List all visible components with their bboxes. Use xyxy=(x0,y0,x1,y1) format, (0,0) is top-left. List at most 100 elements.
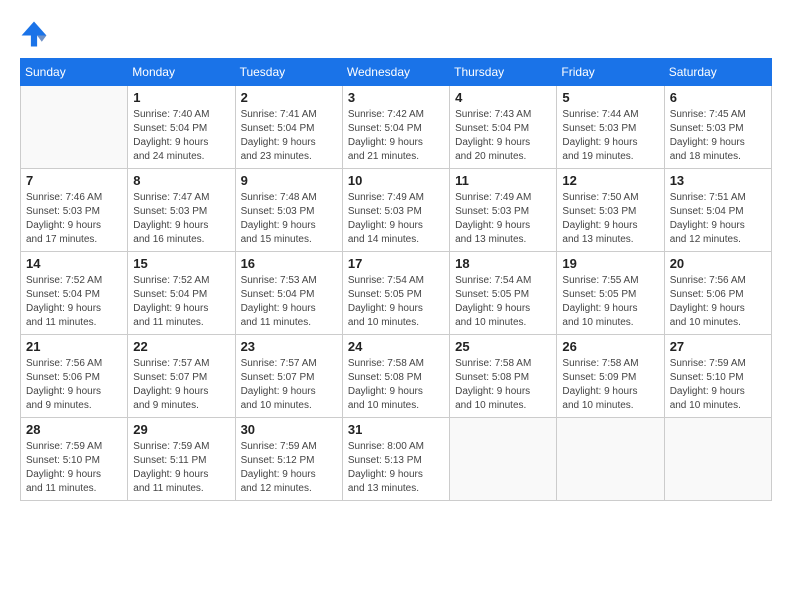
day-cell: 10Sunrise: 7:49 AMSunset: 5:03 PMDayligh… xyxy=(342,169,449,252)
day-cell: 4 Sunrise: 7:43 AMSunset: 5:04 PMDaylight… xyxy=(450,86,557,169)
day-info: Sunrise: 7:59 AMSunset: 5:11 PMDaylight:… xyxy=(133,440,229,496)
day-cell: 2 Sunrise: 7:41 AMSunset: 5:04 PMDaylight… xyxy=(235,86,342,169)
day-cell: 25 Sunrise: 7:58 AMSunset: 5:08 PMDayligh… xyxy=(450,335,557,418)
day-cell: 21 Sunrise: 7:56 AMSunset: 5:06 PMDayligh… xyxy=(21,335,128,418)
day-number: 25 xyxy=(455,339,551,354)
day-info: Sunrise: 7:40 AMSunset: 5:04 PMDaylight:… xyxy=(133,108,229,164)
day-number: 9 xyxy=(241,173,337,188)
day-info: Sunrise: 7:58 AMSunset: 5:08 PMDaylight:… xyxy=(348,357,444,413)
header-day-monday: Monday xyxy=(128,59,235,86)
day-number: 14 xyxy=(26,256,122,271)
day-info: Sunrise: 7:41 AMSunset: 5:04 PMDaylight:… xyxy=(241,108,337,164)
day-cell: 9 Sunrise: 7:48 AMSunset: 5:03 PMDaylight… xyxy=(235,169,342,252)
header-day-sunday: Sunday xyxy=(21,59,128,86)
day-info: Sunrise: 7:55 AMSunset: 5:05 PMDaylight:… xyxy=(562,274,658,330)
day-number: 29 xyxy=(133,422,229,437)
header-row: SundayMondayTuesdayWednesdayThursdayFrid… xyxy=(21,59,772,86)
day-info: Sunrise: 7:54 AMSunset: 5:05 PMDaylight:… xyxy=(455,274,551,330)
day-number: 31 xyxy=(348,422,444,437)
day-number: 24 xyxy=(348,339,444,354)
day-number: 2 xyxy=(241,90,337,105)
day-number: 6 xyxy=(670,90,766,105)
day-cell: 28 Sunrise: 7:59 AMSunset: 5:10 PMDayligh… xyxy=(21,418,128,501)
day-number: 3 xyxy=(348,90,444,105)
header-day-saturday: Saturday xyxy=(664,59,771,86)
day-info: Sunrise: 7:59 AMSunset: 5:10 PMDaylight:… xyxy=(26,440,122,496)
day-number: 19 xyxy=(562,256,658,271)
day-number: 11 xyxy=(455,173,551,188)
day-cell: 18 Sunrise: 7:54 AMSunset: 5:05 PMDayligh… xyxy=(450,252,557,335)
day-cell: 5Sunrise: 7:44 AMSunset: 5:03 PMDaylight… xyxy=(557,86,664,169)
day-number: 1 xyxy=(133,90,229,105)
day-number: 4 xyxy=(455,90,551,105)
day-info: Sunrise: 7:56 AMSunset: 5:06 PMDaylight:… xyxy=(26,357,122,413)
day-cell: 27Sunrise: 7:59 AMSunset: 5:10 PMDayligh… xyxy=(664,335,771,418)
day-info: Sunrise: 7:59 AMSunset: 5:10 PMDaylight:… xyxy=(670,357,766,413)
header xyxy=(20,20,772,48)
day-info: Sunrise: 7:50 AMSunset: 5:03 PMDaylight:… xyxy=(562,191,658,247)
day-cell: 7Sunrise: 7:46 AMSunset: 5:03 PMDaylight… xyxy=(21,169,128,252)
day-info: Sunrise: 7:52 AMSunset: 5:04 PMDaylight:… xyxy=(26,274,122,330)
day-number: 21 xyxy=(26,339,122,354)
day-number: 16 xyxy=(241,256,337,271)
day-info: Sunrise: 7:44 AMSunset: 5:03 PMDaylight:… xyxy=(562,108,658,164)
day-number: 8 xyxy=(133,173,229,188)
day-cell: 19 Sunrise: 7:55 AMSunset: 5:05 PMDayligh… xyxy=(557,252,664,335)
calendar-table: SundayMondayTuesdayWednesdayThursdayFrid… xyxy=(20,58,772,501)
day-cell: 17 Sunrise: 7:54 AMSunset: 5:05 PMDayligh… xyxy=(342,252,449,335)
day-info: Sunrise: 7:53 AMSunset: 5:04 PMDaylight:… xyxy=(241,274,337,330)
day-cell: 13Sunrise: 7:51 AMSunset: 5:04 PMDayligh… xyxy=(664,169,771,252)
day-cell xyxy=(450,418,557,501)
day-info: Sunrise: 7:47 AMSunset: 5:03 PMDaylight:… xyxy=(133,191,229,247)
day-number: 23 xyxy=(241,339,337,354)
day-number: 30 xyxy=(241,422,337,437)
day-cell: 15 Sunrise: 7:52 AMSunset: 5:04 PMDayligh… xyxy=(128,252,235,335)
day-info: Sunrise: 7:58 AMSunset: 5:08 PMDaylight:… xyxy=(455,357,551,413)
day-number: 17 xyxy=(348,256,444,271)
day-number: 18 xyxy=(455,256,551,271)
day-info: Sunrise: 7:57 AMSunset: 5:07 PMDaylight:… xyxy=(133,357,229,413)
header-day-tuesday: Tuesday xyxy=(235,59,342,86)
day-cell: 3 Sunrise: 7:42 AMSunset: 5:04 PMDaylight… xyxy=(342,86,449,169)
day-info: Sunrise: 7:51 AMSunset: 5:04 PMDaylight:… xyxy=(670,191,766,247)
day-info: Sunrise: 7:54 AMSunset: 5:05 PMDaylight:… xyxy=(348,274,444,330)
day-number: 22 xyxy=(133,339,229,354)
day-cell: 16 Sunrise: 7:53 AMSunset: 5:04 PMDayligh… xyxy=(235,252,342,335)
day-cell: 23 Sunrise: 7:57 AMSunset: 5:07 PMDayligh… xyxy=(235,335,342,418)
day-cell xyxy=(21,86,128,169)
week-row-4: 21 Sunrise: 7:56 AMSunset: 5:06 PMDayligh… xyxy=(21,335,772,418)
day-number: 26 xyxy=(562,339,658,354)
day-info: Sunrise: 7:43 AMSunset: 5:04 PMDaylight:… xyxy=(455,108,551,164)
day-info: Sunrise: 7:49 AMSunset: 5:03 PMDaylight:… xyxy=(455,191,551,247)
day-cell: 26 Sunrise: 7:58 AMSunset: 5:09 PMDayligh… xyxy=(557,335,664,418)
week-row-2: 7Sunrise: 7:46 AMSunset: 5:03 PMDaylight… xyxy=(21,169,772,252)
day-info: Sunrise: 7:57 AMSunset: 5:07 PMDaylight:… xyxy=(241,357,337,413)
day-number: 15 xyxy=(133,256,229,271)
day-info: Sunrise: 7:42 AMSunset: 5:04 PMDaylight:… xyxy=(348,108,444,164)
day-number: 12 xyxy=(562,173,658,188)
day-info: Sunrise: 7:46 AMSunset: 5:03 PMDaylight:… xyxy=(26,191,122,247)
header-day-wednesday: Wednesday xyxy=(342,59,449,86)
day-number: 28 xyxy=(26,422,122,437)
day-cell: 8 Sunrise: 7:47 AMSunset: 5:03 PMDaylight… xyxy=(128,169,235,252)
day-cell: 11 Sunrise: 7:49 AMSunset: 5:03 PMDayligh… xyxy=(450,169,557,252)
day-cell: 31 Sunrise: 8:00 AMSunset: 5:13 PMDayligh… xyxy=(342,418,449,501)
day-info: Sunrise: 8:00 AMSunset: 5:13 PMDaylight:… xyxy=(348,440,444,496)
day-info: Sunrise: 7:56 AMSunset: 5:06 PMDaylight:… xyxy=(670,274,766,330)
day-cell xyxy=(557,418,664,501)
day-cell xyxy=(664,418,771,501)
day-cell: 29 Sunrise: 7:59 AMSunset: 5:11 PMDayligh… xyxy=(128,418,235,501)
day-cell: 14 Sunrise: 7:52 AMSunset: 5:04 PMDayligh… xyxy=(21,252,128,335)
day-cell: 1 Sunrise: 7:40 AMSunset: 5:04 PMDaylight… xyxy=(128,86,235,169)
header-day-thursday: Thursday xyxy=(450,59,557,86)
week-row-1: 1 Sunrise: 7:40 AMSunset: 5:04 PMDaylight… xyxy=(21,86,772,169)
day-info: Sunrise: 7:52 AMSunset: 5:04 PMDaylight:… xyxy=(133,274,229,330)
day-cell: 24 Sunrise: 7:58 AMSunset: 5:08 PMDayligh… xyxy=(342,335,449,418)
day-number: 20 xyxy=(670,256,766,271)
day-info: Sunrise: 7:58 AMSunset: 5:09 PMDaylight:… xyxy=(562,357,658,413)
day-cell: 6 Sunrise: 7:45 AMSunset: 5:03 PMDaylight… xyxy=(664,86,771,169)
day-number: 10 xyxy=(348,173,444,188)
day-info: Sunrise: 7:45 AMSunset: 5:03 PMDaylight:… xyxy=(670,108,766,164)
logo xyxy=(20,20,52,48)
day-info: Sunrise: 7:48 AMSunset: 5:03 PMDaylight:… xyxy=(241,191,337,247)
